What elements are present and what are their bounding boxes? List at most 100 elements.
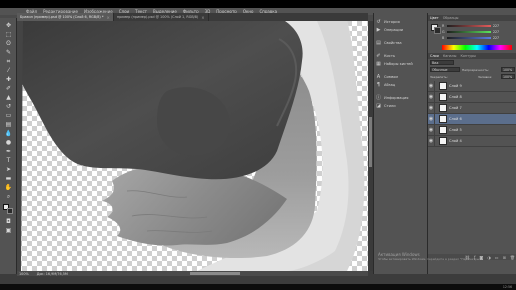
- windows-activation-watermark: Активация Windows Чтобы активировать Win…: [378, 252, 498, 262]
- dock-item-brush-presets[interactable]: ▦ Наборы кистей: [376, 60, 426, 67]
- slider-blue[interactable]: B 227: [442, 36, 504, 40]
- dodge-tool-icon[interactable]: ●: [4, 139, 13, 146]
- background-color-chip[interactable]: [434, 27, 441, 34]
- eye-icon[interactable]: ◉: [428, 91, 435, 103]
- opacity-input[interactable]: 100%: [501, 67, 515, 72]
- horizontal-scroll-thumb[interactable]: [190, 272, 240, 275]
- dock-item-actions[interactable]: ▶ Операции: [376, 26, 426, 33]
- layer-row[interactable]: ◉ Слой 4: [428, 135, 516, 147]
- dock-item-label: Операции: [384, 27, 403, 32]
- dock-item-brush[interactable]: ✐ Кисть: [376, 52, 426, 59]
- document-tab[interactable]: пример (пример).psd @ 100% (Слой 1, RGB/…: [114, 13, 209, 21]
- dock-item-character[interactable]: A Символ: [376, 73, 426, 80]
- brush-tool-icon[interactable]: ✐: [4, 85, 13, 92]
- layer-name[interactable]: Слой 5: [449, 128, 462, 132]
- layer-name[interactable]: Слой 9: [449, 84, 462, 88]
- slider-green-track[interactable]: [447, 30, 491, 33]
- slider-blue-value[interactable]: 227: [493, 36, 499, 40]
- document-tab-label: пример (пример).psd @ 100% (Слой 1, RGB/…: [116, 15, 199, 19]
- eyedropper-tool-icon[interactable]: ⁄: [4, 67, 13, 74]
- tab-color[interactable]: Цвет: [430, 16, 439, 20]
- crop-tool-icon[interactable]: ⌗: [4, 58, 13, 65]
- tab-layers[interactable]: Слои: [430, 54, 439, 58]
- eye-icon[interactable]: ◉: [428, 124, 435, 136]
- layer-thumbnail: [439, 104, 447, 112]
- fill-label: Заливка:: [478, 75, 493, 79]
- zoom-level[interactable]: 100%: [19, 272, 29, 276]
- eye-icon[interactable]: ◉: [428, 80, 435, 92]
- blend-mode-select[interactable]: Обычные: [430, 67, 460, 72]
- slider-red[interactable]: R 227: [442, 23, 504, 28]
- layer-thumbnail: [439, 93, 447, 101]
- dock-item-paragraph[interactable]: ¶ Абзац: [376, 81, 426, 88]
- paragraph-icon: ¶: [376, 81, 381, 88]
- color-panel-tabs: Цвет Образцы: [428, 15, 516, 21]
- layer-name[interactable]: Слой 8: [449, 95, 462, 99]
- dock-item-label: Символ: [384, 74, 399, 79]
- screen-mode-icon[interactable]: ▣: [4, 227, 13, 234]
- history-icon: ↺: [376, 18, 381, 25]
- move-tool-icon[interactable]: ✥: [4, 22, 13, 29]
- eraser-tool-icon[interactable]: ▭: [4, 112, 13, 119]
- slider-red-value[interactable]: 227: [493, 24, 499, 28]
- path-select-tool-icon[interactable]: ➤: [4, 166, 13, 173]
- taskbar: 12:56: [0, 284, 516, 290]
- layer-name[interactable]: Слой 6: [449, 117, 462, 121]
- slider-green-value[interactable]: 227: [493, 30, 499, 34]
- right-panels: Цвет Образцы R 227 G 227 B 227 Слои Кана…: [427, 13, 516, 274]
- gradient-tool-icon[interactable]: ▤: [4, 121, 13, 128]
- dock-item-properties[interactable]: ▤ Свойства: [376, 39, 426, 46]
- close-icon[interactable]: ×: [201, 15, 204, 20]
- zoom-tool-icon[interactable]: ⌕: [4, 193, 13, 200]
- trash-icon[interactable]: 🗑: [510, 255, 515, 260]
- document-info[interactable]: Док: 16,9M/76,5M: [37, 272, 68, 276]
- eye-icon[interactable]: ◉: [428, 135, 435, 147]
- layer-row[interactable]: ◉ Слой 7: [428, 102, 516, 114]
- type-tool-icon[interactable]: T: [4, 157, 13, 164]
- window-title-bar: [0, 0, 516, 8]
- color-spectrum[interactable]: [442, 45, 512, 50]
- layers-panel-tabs: Слои Каналы Контуры: [428, 53, 516, 59]
- close-icon[interactable]: ×: [107, 15, 110, 20]
- tab-swatches[interactable]: Образцы: [443, 16, 459, 20]
- dock-item-label: Свойства: [384, 40, 402, 45]
- new-layer-icon[interactable]: ⊞: [503, 255, 506, 260]
- layer-name[interactable]: Слой 7: [449, 106, 462, 110]
- slider-red-label: R: [442, 23, 445, 28]
- slider-green[interactable]: G 227: [442, 30, 504, 34]
- layer-row[interactable]: ◉ Слой 6: [428, 113, 516, 125]
- quick-select-tool-icon[interactable]: ✎: [4, 49, 13, 56]
- dock-item-info[interactable]: ⓘ Информация: [376, 94, 426, 101]
- tab-paths[interactable]: Контуры: [460, 54, 476, 58]
- canvas-area[interactable]: [17, 21, 368, 271]
- background-color-swatch[interactable]: [7, 208, 13, 214]
- dock-item-history[interactable]: ↺ История: [376, 18, 426, 25]
- layer-row[interactable]: ◉ Слой 5: [428, 124, 516, 136]
- dock-item-styles[interactable]: ◪ Стили: [376, 102, 426, 109]
- vertical-scroll-thumb[interactable]: [369, 117, 372, 167]
- eye-icon[interactable]: ◉: [428, 113, 435, 125]
- eye-icon[interactable]: ◉: [428, 102, 435, 114]
- shape-tool-icon[interactable]: ▬: [4, 175, 13, 182]
- marquee-tool-icon[interactable]: ⬚: [4, 31, 13, 38]
- layer-row[interactable]: ◉ Слой 9: [428, 80, 516, 92]
- pen-tool-icon[interactable]: ✒: [4, 148, 13, 155]
- slider-red-track[interactable]: [447, 24, 491, 27]
- history-brush-tool-icon[interactable]: ↺: [4, 103, 13, 110]
- clone-stamp-tool-icon[interactable]: ▲: [4, 94, 13, 101]
- lasso-tool-icon[interactable]: ʘ: [4, 40, 13, 47]
- blur-tool-icon[interactable]: 💧: [4, 130, 13, 137]
- artwork-canvas[interactable]: [17, 21, 368, 271]
- hand-tool-icon[interactable]: ✋: [4, 184, 13, 191]
- layer-kind-filter[interactable]: Вид: [430, 60, 454, 65]
- healing-brush-tool-icon[interactable]: ✚: [4, 76, 13, 83]
- tab-channels[interactable]: Каналы: [443, 54, 457, 58]
- layer-name[interactable]: Слой 4: [449, 139, 462, 143]
- fill-input[interactable]: 100%: [501, 74, 515, 79]
- quick-mask-icon[interactable]: ◘: [4, 218, 13, 225]
- layer-thumbnail: [439, 115, 447, 123]
- slider-blue-track[interactable]: [447, 36, 491, 39]
- document-tab[interactable]: Бразил (пример).psd @ 100% (Слой 6, RGB/…: [17, 13, 114, 21]
- document-tabs: Бразил (пример).psd @ 100% (Слой 6, RGB/…: [17, 13, 368, 21]
- layer-row[interactable]: ◉ Слой 8: [428, 91, 516, 103]
